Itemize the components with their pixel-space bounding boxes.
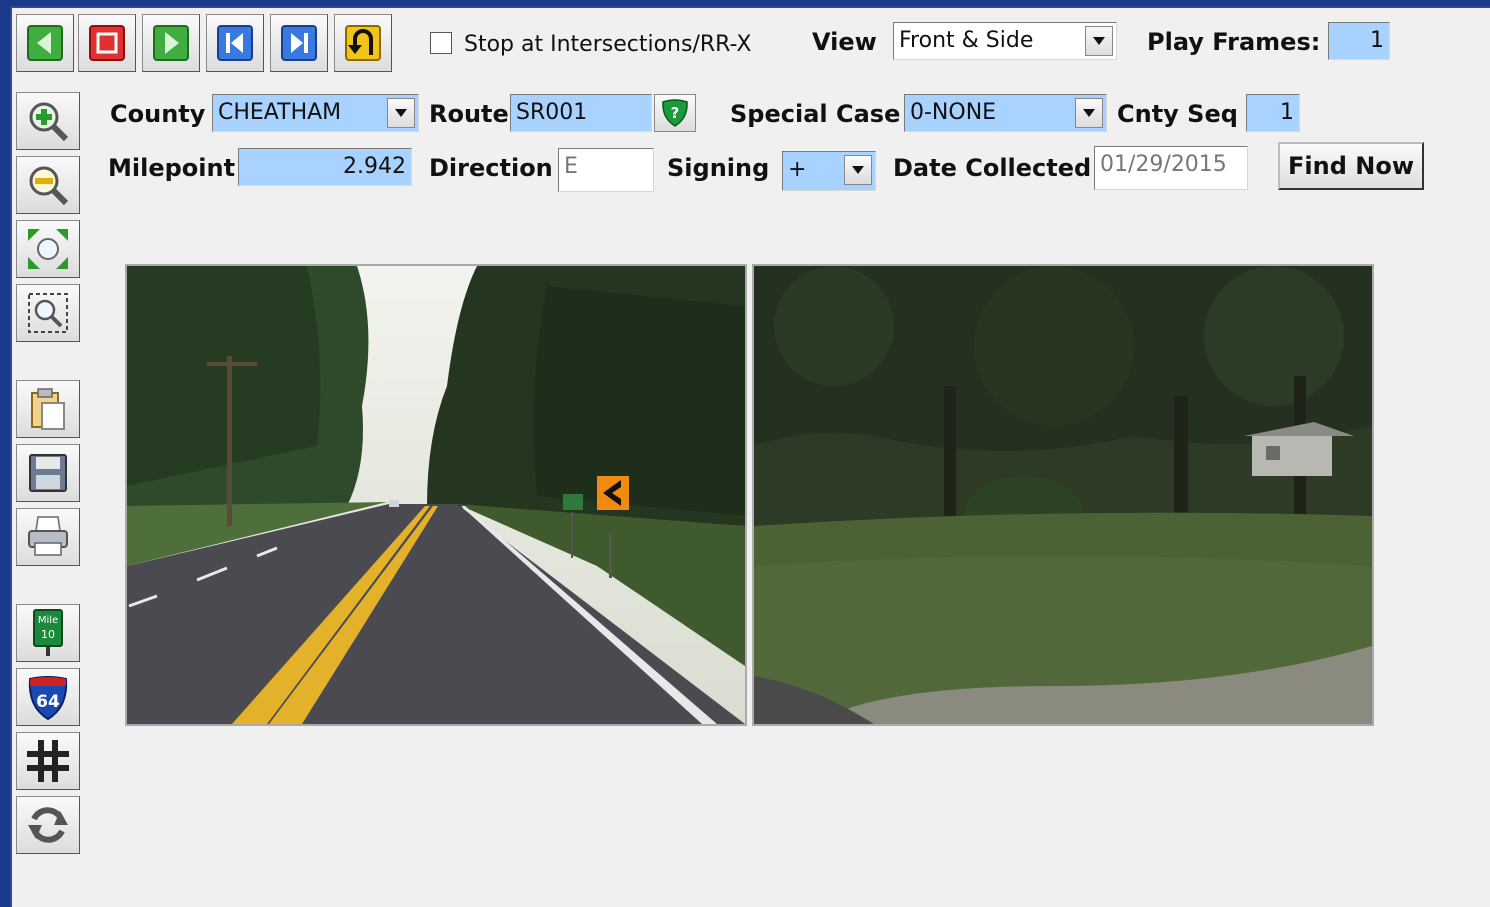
save-button[interactable]: [16, 444, 80, 502]
last-frame-button[interactable]: [270, 14, 328, 72]
mile-marker-button[interactable]: Mile 10: [16, 604, 80, 662]
zoom-in-button[interactable]: [16, 92, 80, 150]
red-stop-icon: [89, 25, 125, 61]
direction-input[interactable]: E: [558, 148, 654, 192]
skip-to-end-icon: [281, 25, 317, 61]
zoom-out-button[interactable]: [16, 156, 80, 214]
county-select[interactable]: CHEATHAM: [212, 94, 419, 132]
stop-at-intersections-checkbox[interactable]: [430, 32, 452, 54]
view-label: View: [812, 28, 877, 56]
direction-label: Direction: [429, 154, 553, 182]
zoom-window-button[interactable]: [16, 284, 80, 342]
cnty-seq-label: Cnty Seq: [1117, 100, 1238, 128]
signing-select-value: +: [788, 157, 807, 182]
mile-marker-number: 10: [41, 628, 55, 641]
date-collected-label: Date Collected: [893, 154, 1092, 182]
view-dropdown-arrow-icon[interactable]: [1085, 26, 1113, 56]
cnty-seq-input[interactable]: 1: [1246, 94, 1300, 132]
mile-marker-text: Mile: [38, 615, 58, 626]
app-window: Stop at Intersections/RR-X View Front & …: [10, 6, 1490, 907]
interstate-number: 64: [36, 692, 60, 712]
play-frames-input[interactable]: 1: [1328, 22, 1390, 60]
reverse-direction-button[interactable]: [334, 14, 392, 72]
refresh-button[interactable]: [16, 796, 80, 854]
signing-dropdown-arrow-icon[interactable]: [844, 155, 872, 185]
refresh-icon: [28, 807, 68, 843]
green-left-arrow-icon: [27, 25, 63, 61]
floppy-disk-icon: [29, 454, 67, 492]
special-case-select[interactable]: 0-NONE: [904, 94, 1107, 132]
stop-at-intersections-label: Stop at Intersections/RR-X: [464, 32, 752, 57]
view-select[interactable]: Front & Side: [893, 22, 1117, 60]
svg-text:?: ?: [671, 104, 680, 122]
route-input[interactable]: SR001: [510, 94, 652, 132]
stop-button[interactable]: [78, 14, 136, 72]
milepoint-label: Milepoint: [108, 154, 236, 182]
signing-label: Signing: [667, 154, 770, 182]
clipboard-icon: [31, 388, 65, 430]
front-view-image: [125, 264, 747, 726]
grid-icon: [27, 740, 69, 782]
green-play-icon: [153, 25, 189, 61]
skip-to-start-icon: [217, 25, 253, 61]
route-label: Route: [429, 100, 509, 128]
county-select-value: CHEATHAM: [218, 100, 342, 125]
milepoint-input[interactable]: 2.942: [238, 148, 412, 186]
special-case-select-value: 0-NONE: [910, 100, 997, 125]
play-button[interactable]: [142, 14, 200, 72]
zoom-in-icon: [29, 102, 69, 142]
prev-frame-button[interactable]: [16, 14, 74, 72]
print-button[interactable]: [16, 508, 80, 566]
county-label: County: [110, 100, 206, 128]
date-collected-input[interactable]: 01/29/2015: [1094, 146, 1248, 190]
zoom-window-icon: [28, 293, 68, 333]
special-case-label: Special Case: [730, 100, 901, 128]
signing-select[interactable]: +: [782, 151, 876, 191]
first-frame-button[interactable]: [206, 14, 264, 72]
full-extent-button[interactable]: [16, 220, 80, 278]
view-select-value: Front & Side: [899, 28, 1034, 53]
intersection-grid-button[interactable]: [16, 732, 80, 790]
county-dropdown-arrow-icon[interactable]: [387, 98, 415, 128]
copy-button[interactable]: [16, 380, 80, 438]
play-frames-label: Play Frames:: [1147, 28, 1321, 56]
side-view-image: [752, 264, 1374, 726]
u-turn-icon: [345, 25, 381, 61]
full-extent-icon: [28, 229, 68, 269]
zoom-out-icon: [29, 166, 69, 206]
special-case-dropdown-arrow-icon[interactable]: [1075, 98, 1103, 128]
interstate-shield-icon: 64: [28, 676, 68, 721]
mile-marker-icon: Mile 10: [33, 609, 63, 656]
find-now-button[interactable]: Find Now: [1278, 142, 1424, 190]
route-lookup-button[interactable]: ?: [654, 94, 696, 132]
route-help-shield-icon: ?: [662, 99, 688, 127]
interstate-shield-button[interactable]: 64: [16, 668, 80, 726]
printer-icon: [28, 516, 68, 556]
